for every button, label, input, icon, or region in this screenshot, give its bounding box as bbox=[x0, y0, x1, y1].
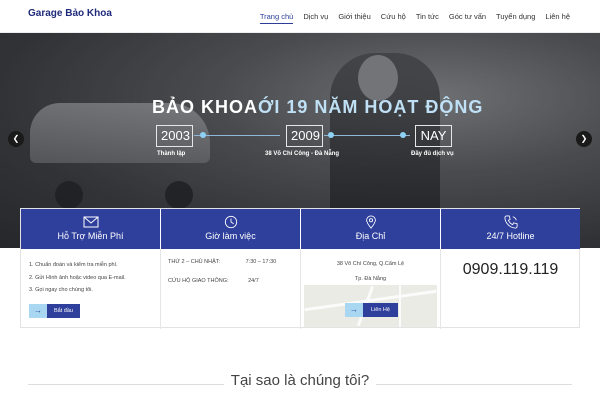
hero-headline-main: BẢO KHOA bbox=[152, 97, 258, 117]
hours-value: 24/7 bbox=[248, 278, 259, 284]
hours-label: THỨ 2 – CHỦ NHẬT: bbox=[168, 259, 221, 265]
feature-hours-title: Giờ làm việc bbox=[205, 231, 256, 241]
envelope-icon bbox=[83, 216, 98, 228]
feature-support-title: Hỗ Trợ Miễn Phí bbox=[57, 231, 124, 241]
divider bbox=[376, 384, 572, 385]
timeline-line bbox=[194, 135, 280, 136]
timeline-dot bbox=[400, 132, 406, 138]
feature-address-title: Địa Chỉ bbox=[355, 231, 386, 241]
nav-dich-vu[interactable]: Dịch vụ bbox=[303, 12, 328, 24]
main-menu: Trang chủ Dịch vụ Giới thiệu Cứu hộ Tin … bbox=[250, 12, 570, 24]
nav-gioi-thieu[interactable]: Giới thiệu bbox=[338, 12, 370, 24]
nav-tin-tuc[interactable]: Tin tức bbox=[416, 12, 439, 24]
timeline-caption: 38 Võ Chí Công - Đà Nẵng bbox=[265, 151, 340, 157]
chevron-left-icon: ❮ bbox=[12, 134, 20, 143]
location-map[interactable]: → Liên Hệ bbox=[304, 285, 437, 327]
hours-row: CỨU HỘ GIAO THÔNG: 24/7 bbox=[168, 278, 259, 284]
section-title-why: Tại sao là chúng tôi? bbox=[230, 372, 370, 389]
feature-hotline-header: 24/7 Hotline bbox=[441, 209, 580, 249]
timeline-caption: Thành lập bbox=[157, 151, 186, 157]
feature-support: Hỗ Trợ Miễn Phí 1. Chuẩn đoán và kiểm tr… bbox=[21, 209, 160, 329]
support-list: 1. Chuẩn đoán và kiểm tra miễn phí. 2. G… bbox=[29, 259, 126, 297]
map-pin-icon bbox=[365, 215, 376, 229]
feature-support-header: Hỗ Trợ Miễn Phí bbox=[21, 209, 160, 249]
address-line: Tp. Đà Nẵng bbox=[354, 276, 387, 282]
timeline-dot bbox=[328, 132, 334, 138]
clock-icon bbox=[224, 215, 237, 229]
arrow-right-icon: → bbox=[29, 304, 47, 318]
hero-headline-accent: ỚI 19 NĂM HOẠT ĐỘNG bbox=[258, 97, 484, 117]
hours-row: THỨ 2 – CHỦ NHẬT: 7:30 – 17:30 bbox=[168, 259, 276, 265]
hours-label: CỨU HỘ GIAO THÔNG: bbox=[168, 278, 229, 284]
slider-next-button[interactable]: ❯ bbox=[576, 131, 592, 147]
nav-tuyen-dung[interactable]: Tuyển dụng bbox=[496, 12, 535, 24]
map-road bbox=[399, 285, 401, 327]
phone-icon bbox=[503, 215, 518, 229]
nav-cuu-ho[interactable]: Cứu hộ bbox=[381, 12, 406, 24]
list-item: 2. Gửi Hình ảnh hoặc video qua E-mail. bbox=[29, 274, 126, 281]
timeline-year-nay: NAY bbox=[415, 125, 452, 147]
feature-hours-header: Giờ làm việc bbox=[161, 209, 300, 249]
list-item: 1. Chuẩn đoán và kiểm tra miễn phí. bbox=[29, 262, 118, 268]
top-navbar: Garage Bảo Khoa Trang chủ Dịch vụ Giới t… bbox=[0, 0, 600, 33]
chevron-right-icon: ❯ bbox=[580, 134, 588, 143]
timeline-year-2003: 2003 bbox=[156, 125, 193, 147]
start-button[interactable]: → Bắt đầu bbox=[29, 304, 80, 318]
feature-address-header: Địa Chỉ bbox=[301, 209, 440, 249]
site-logo[interactable]: Garage Bảo Khoa bbox=[28, 8, 112, 19]
nav-goc-tu-van[interactable]: Góc tư vấn bbox=[449, 12, 486, 24]
nav-lien-he[interactable]: Liên hệ bbox=[545, 12, 570, 24]
feature-hours: Giờ làm việc THỨ 2 – CHỦ NHẬT: 7:30 – 17… bbox=[161, 209, 300, 329]
features-panel: Hỗ Trợ Miễn Phí 1. Chuẩn đoán và kiểm tr… bbox=[20, 208, 580, 329]
timeline-year-2009: 2009 bbox=[286, 125, 323, 147]
hours-value: 7:30 – 17:30 bbox=[245, 259, 277, 265]
feature-hotline-title: 24/7 Hotline bbox=[486, 231, 535, 241]
hero-headline: BẢO KHOAỚI 19 NĂM HOẠT ĐỘNG bbox=[152, 97, 483, 118]
contact-button[interactable]: → Liên Hệ bbox=[345, 303, 398, 317]
address-line: 38 Võ Chí Công, Q.Cẩm Lệ bbox=[336, 261, 405, 267]
feature-hotline: 24/7 Hotline 0909.119.119 bbox=[441, 209, 580, 329]
timeline-line bbox=[324, 135, 410, 136]
feature-address: Địa Chỉ 38 Võ Chí Công, Q.Cẩm Lệ Tp. Đà … bbox=[301, 209, 440, 329]
nav-trang-chu[interactable]: Trang chủ bbox=[259, 12, 294, 24]
slider-prev-button[interactable]: ❮ bbox=[8, 131, 24, 147]
timeline-dot bbox=[200, 132, 206, 138]
timeline-caption: Đầy đủ dịch vụ bbox=[411, 151, 454, 157]
list-item: 3. Gọi ngay cho chúng tôi. bbox=[29, 287, 93, 293]
start-button-label: Bắt đầu bbox=[47, 304, 80, 318]
arrow-right-icon: → bbox=[345, 303, 363, 317]
contact-button-label: Liên Hệ bbox=[363, 303, 398, 317]
hotline-number[interactable]: 0909.119.119 bbox=[441, 261, 580, 279]
